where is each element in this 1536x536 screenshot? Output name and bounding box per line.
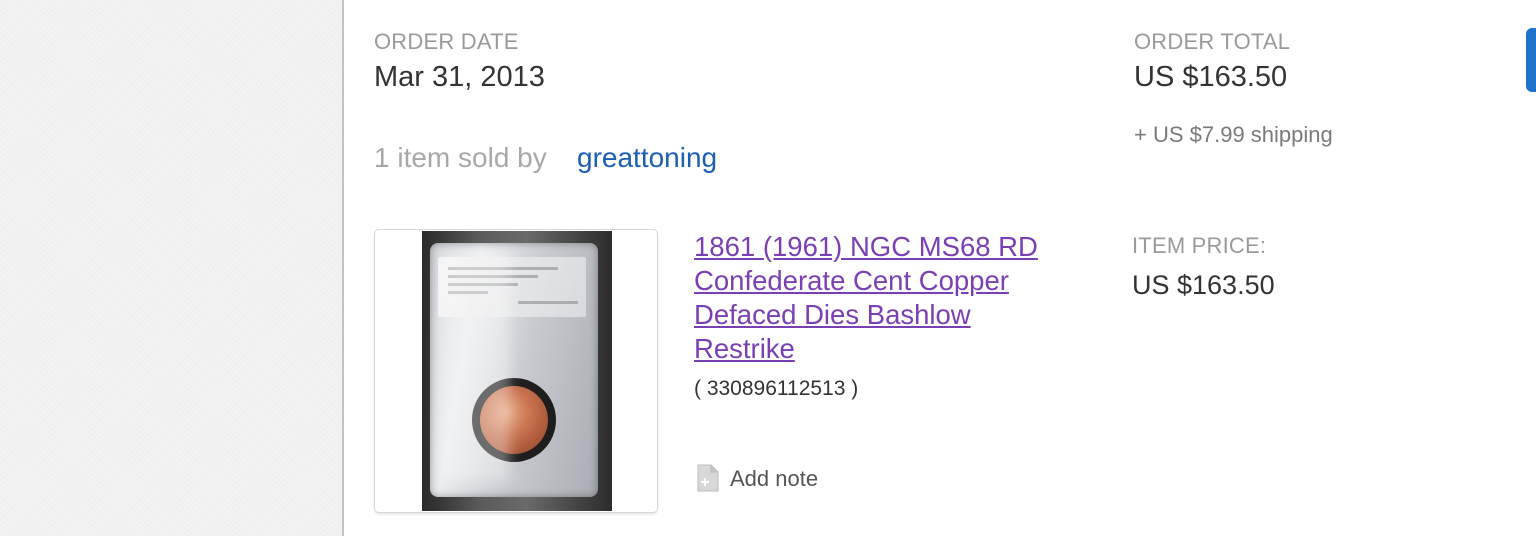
- sold-by-text: 1 item sold by: [374, 142, 547, 173]
- add-note-button[interactable]: Add note: [730, 466, 818, 492]
- item-title-link[interactable]: 1861 (1961) NGC MS68 RD Confederate Cent…: [694, 230, 1074, 366]
- shipping-cost: + US $7.99 shipping: [1134, 122, 1333, 147]
- order-date-value: Mar 31, 2013: [374, 61, 545, 93]
- coin-photo: [422, 231, 612, 511]
- note-add-icon[interactable]: [697, 464, 719, 492]
- side-feedback-tab[interactable]: [1526, 28, 1536, 92]
- item-number: ( 330896112513 ): [694, 377, 859, 400]
- ngc-slab: [430, 243, 598, 497]
- item-price-value: US $163.50: [1132, 270, 1275, 300]
- item-thumbnail[interactable]: [374, 229, 658, 513]
- order-date-label: ORDER DATE: [374, 29, 519, 54]
- left-gutter: [0, 0, 342, 536]
- item-price-label: ITEM PRICE:: [1132, 233, 1267, 258]
- seller-name-link[interactable]: greattoning: [577, 142, 717, 174]
- order-total-label: ORDER TOTAL: [1134, 29, 1291, 54]
- order-total-value: US $163.50: [1134, 61, 1288, 93]
